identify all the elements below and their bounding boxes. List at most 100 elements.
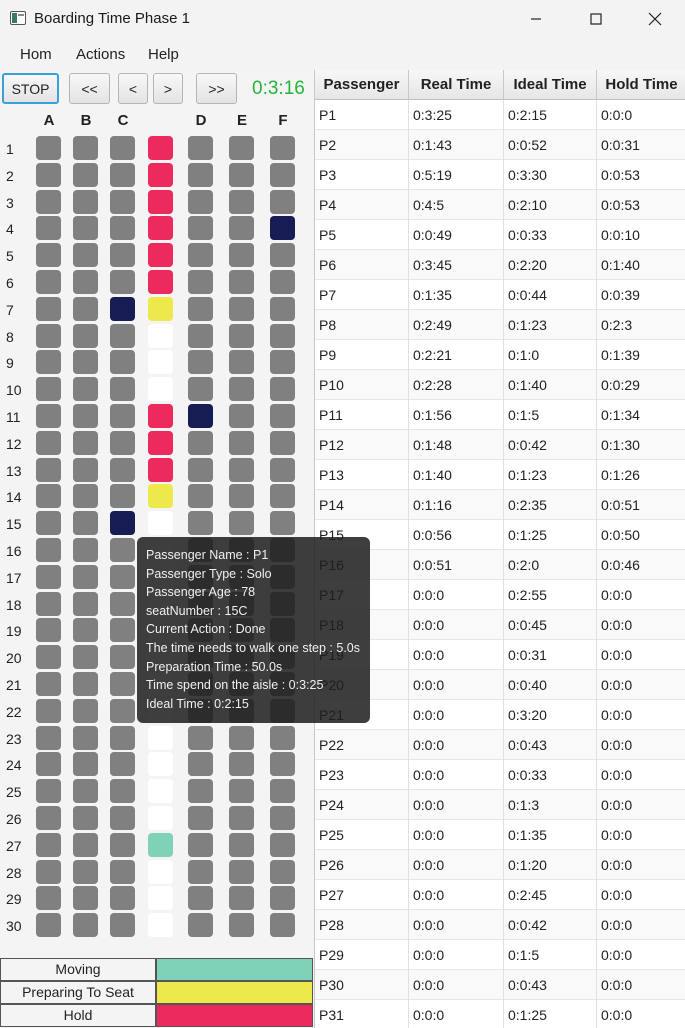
- seat-10f[interactable]: [270, 377, 295, 401]
- table-row[interactable]: P160:0:510:2:00:0:46: [315, 550, 685, 580]
- seat-28c[interactable]: [110, 860, 135, 884]
- seat-19a[interactable]: [36, 618, 61, 642]
- seat-30d[interactable]: [188, 913, 213, 937]
- seat-3d[interactable]: [188, 190, 213, 214]
- seat-28e[interactable]: [229, 860, 254, 884]
- seat-27e[interactable]: [229, 833, 254, 857]
- seat-27a[interactable]: [36, 833, 61, 857]
- table-row[interactable]: P24 0:0:0 0:1:3 0:0:0: [315, 790, 685, 820]
- seat-10d[interactable]: [188, 377, 213, 401]
- header-hold-time[interactable]: Hold Time: [597, 70, 685, 100]
- seat-9c[interactable]: [110, 350, 135, 374]
- seat-14b[interactable]: [73, 484, 98, 508]
- seat-23a[interactable]: [36, 726, 61, 750]
- seat-1a[interactable]: [36, 136, 61, 160]
- table-row[interactable]: P29 0:0:0 0:1:5 0:0:0: [315, 940, 685, 970]
- table-row[interactable]: P12 0:1:48 0:0:42 0:1:30: [315, 430, 685, 460]
- seat-11e[interactable]: [229, 404, 254, 428]
- seat-28a[interactable]: [36, 860, 61, 884]
- seat-13b[interactable]: [73, 458, 98, 482]
- table-row[interactable]: P5 0:0:49 0:0:33 0:0:10: [315, 220, 685, 250]
- seat-28f[interactable]: [270, 860, 295, 884]
- seat-27b[interactable]: [73, 833, 98, 857]
- seat-7f[interactable]: [270, 297, 295, 321]
- seat-5f[interactable]: [270, 243, 295, 267]
- seat-14e[interactable]: [229, 484, 254, 508]
- seat-26d[interactable]: [188, 806, 213, 830]
- seat-7b[interactable]: [73, 297, 98, 321]
- seat-2c[interactable]: [110, 163, 135, 187]
- table-row[interactable]: P23 0:0:0 0:0:33 0:0:0: [315, 760, 685, 790]
- seat-28d[interactable]: [188, 860, 213, 884]
- seat-25b[interactable]: [73, 779, 98, 803]
- seat-4e[interactable]: [229, 216, 254, 240]
- seat-29a[interactable]: [36, 886, 61, 910]
- seat-26c[interactable]: [110, 806, 135, 830]
- seat-9f[interactable]: [270, 350, 295, 374]
- seat-9a[interactable]: [36, 350, 61, 374]
- aisle-cell-1[interactable]: [148, 136, 173, 160]
- seat-2f[interactable]: [270, 163, 295, 187]
- seat-21c[interactable]: [110, 672, 135, 696]
- last-step-button[interactable]: >>: [196, 73, 237, 104]
- seat-18a[interactable]: [36, 592, 61, 616]
- seat-24d[interactable]: [188, 752, 213, 776]
- seat-7e[interactable]: [229, 297, 254, 321]
- seat-1d[interactable]: [188, 136, 213, 160]
- seat-15f[interactable]: [270, 511, 295, 535]
- seat-29c[interactable]: [110, 886, 135, 910]
- table-row[interactable]: P9 0:2:21 0:1:0 0:1:39: [315, 340, 685, 370]
- menu-actions[interactable]: Actions: [76, 46, 125, 63]
- seat-17c[interactable]: [110, 565, 135, 589]
- seat-28b[interactable]: [73, 860, 98, 884]
- seat-9e[interactable]: [229, 350, 254, 374]
- seat-16a[interactable]: [36, 538, 61, 562]
- stop-button[interactable]: STOP: [2, 73, 59, 104]
- table-row[interactable]: P27 0:0:0 0:2:45 0:0:0: [315, 880, 685, 910]
- table-row[interactable]: P8 0:2:49 0:1:23 0:2:3: [315, 310, 685, 340]
- aisle-cell-15[interactable]: [148, 511, 173, 535]
- seat-12f[interactable]: [270, 431, 295, 455]
- seat-18c[interactable]: [110, 592, 135, 616]
- seat-8c[interactable]: [110, 324, 135, 348]
- seat-8b[interactable]: [73, 324, 98, 348]
- aisle-cell-6[interactable]: [148, 270, 173, 294]
- table-row[interactable]: P6 0:3:45 0:2:20 0:1:40: [315, 250, 685, 280]
- seat-30f[interactable]: [270, 913, 295, 937]
- aisle-cell-9[interactable]: [148, 350, 173, 374]
- seat-15b[interactable]: [73, 511, 98, 535]
- seat-7c[interactable]: [110, 297, 135, 321]
- aisle-cell-29[interactable]: [148, 886, 173, 910]
- seat-14c[interactable]: [110, 484, 135, 508]
- close-button[interactable]: [632, 0, 678, 38]
- seat-6b[interactable]: [73, 270, 98, 294]
- seat-5a[interactable]: [36, 243, 61, 267]
- seat-4a[interactable]: [36, 216, 61, 240]
- seat-5e[interactable]: [229, 243, 254, 267]
- seat-23e[interactable]: [229, 726, 254, 750]
- aisle-cell-2[interactable]: [148, 163, 173, 187]
- seat-7d[interactable]: [188, 297, 213, 321]
- seat-25e[interactable]: [229, 779, 254, 803]
- seat-10c[interactable]: [110, 377, 135, 401]
- seat-4d[interactable]: [188, 216, 213, 240]
- aisle-cell-25[interactable]: [148, 779, 173, 803]
- table-row[interactable]: P15 0:0:56 0:1:25 0:0:50: [315, 520, 685, 550]
- prev-step-button[interactable]: <: [118, 73, 148, 104]
- seat-1f[interactable]: [270, 136, 295, 160]
- seat-8a[interactable]: [36, 324, 61, 348]
- seat-8d[interactable]: [188, 324, 213, 348]
- seat-15e[interactable]: [229, 511, 254, 535]
- seat-5d[interactable]: [188, 243, 213, 267]
- seat-19b[interactable]: [73, 618, 98, 642]
- aisle-cell-13[interactable]: [148, 458, 173, 482]
- menu-help[interactable]: Help: [148, 46, 179, 63]
- aisle-cell-3[interactable]: [148, 190, 173, 214]
- aisle-cell-14[interactable]: [148, 484, 173, 508]
- seat-5c[interactable]: [110, 243, 135, 267]
- seat-24f[interactable]: [270, 752, 295, 776]
- table-row[interactable]: P170:0:00:2:550:0:0: [315, 580, 685, 610]
- aisle-cell-8[interactable]: [148, 324, 173, 348]
- seat-22c[interactable]: [110, 699, 135, 723]
- aisle-cell-4[interactable]: [148, 216, 173, 240]
